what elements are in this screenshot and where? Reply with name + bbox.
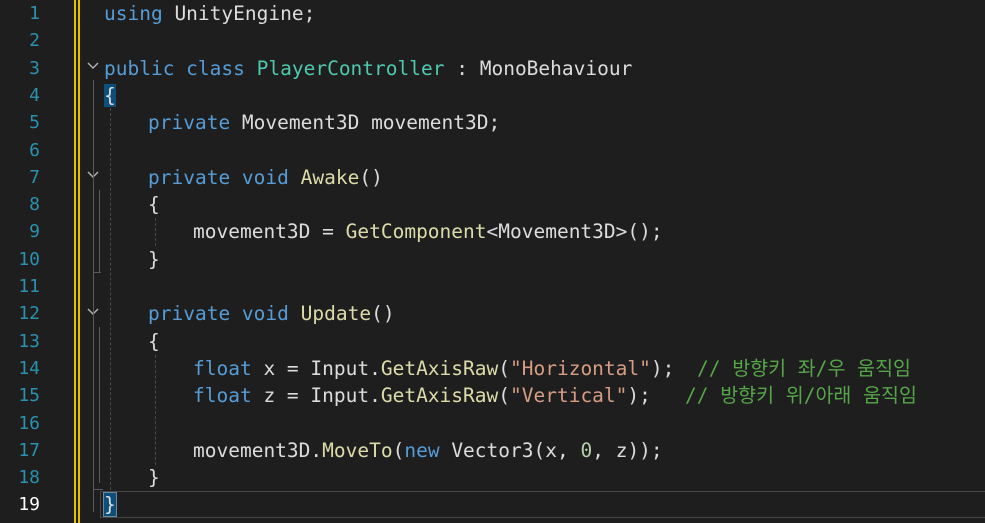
fold-outline [93, 80, 94, 512]
line-number: 8 [29, 194, 40, 216]
keyword: private [148, 111, 231, 135]
close-brace: } [148, 466, 160, 490]
close-brace: } [103, 492, 117, 518]
line-number: 16 [18, 412, 40, 434]
code-text: x = Input. [251, 356, 381, 380]
indent-guide [110, 108, 111, 490]
line-number: 18 [18, 467, 40, 489]
keyword: private void [148, 302, 289, 326]
close-brace: } [148, 247, 160, 271]
line-number: 17 [18, 439, 40, 461]
code-line-9[interactable]: movement3D = GetComponent<Movement3D>(); [193, 218, 663, 245]
line-number: 10 [18, 248, 40, 270]
current-line-highlight [100, 491, 985, 518]
indent-guide [155, 218, 156, 246]
line-number: 12 [18, 303, 40, 325]
open-brace: { [148, 329, 160, 353]
line-number: 7 [29, 166, 40, 188]
line-number: 15 [18, 385, 40, 407]
comment: // 방향키 좌/우 움직임 [697, 356, 911, 380]
keyword: float [193, 356, 252, 380]
open-brace: { [148, 193, 160, 217]
code-line-19[interactable]: } [103, 491, 117, 518]
code-text: movement3D. [193, 438, 323, 462]
code-text: <Movement3D>(); [486, 220, 663, 244]
code-line-8[interactable]: { [148, 191, 160, 218]
code-text: Vector3(x, [439, 438, 581, 462]
fold-end-marker [93, 489, 103, 490]
line-number: 5 [29, 112, 40, 134]
base-class: MonoBehaviour [479, 56, 633, 80]
method-name: GetComponent [345, 220, 487, 244]
string-literal: "Vertical" [510, 384, 628, 408]
line-number: 3 [29, 57, 40, 79]
keyword: using [104, 2, 163, 25]
code-text: ( [392, 438, 405, 462]
fold-end-marker [93, 272, 101, 273]
code-line-12[interactable]: private void Update() [148, 300, 395, 327]
indent-guide [155, 355, 156, 465]
code-line-17[interactable]: movement3D.MoveTo(new Vector3(x, 0, z)); [193, 437, 663, 464]
line-number: 6 [29, 139, 40, 161]
code-text: ); [650, 356, 675, 380]
collapse-chevron-down-icon[interactable] [86, 54, 100, 81]
keyword: new [404, 438, 440, 462]
code-line-13[interactable]: { [148, 328, 160, 355]
code-text: Movement3D movement3D; [230, 111, 501, 135]
code-text: () [371, 302, 395, 326]
code-line-15[interactable]: float z = Input.GetAxisRaw("Vertical"); [193, 382, 651, 409]
line-number: 2 [29, 30, 40, 52]
line-number-current: 19 [18, 494, 40, 516]
fold-outline [99, 327, 100, 483]
code-text: ); [627, 384, 651, 408]
string-literal: "Horizontal" [510, 356, 651, 380]
code-line-14[interactable]: float x = Input.GetAxisRaw("Horizontal")… [193, 355, 674, 382]
code-text: z = Input. [251, 384, 381, 408]
line-number: 1 [29, 3, 40, 24]
method-name: GetAxisRaw [380, 384, 499, 408]
code-line-18[interactable]: } [148, 464, 160, 491]
line-number-gutter[interactable]: 1 2 3 4 5 6 7 8 9 10 11 12 13 14 15 16 1… [0, 0, 60, 523]
line-number: 9 [29, 221, 40, 243]
code-text: : [444, 56, 480, 80]
number-literal: 0 [580, 438, 593, 462]
keyword: private void [148, 165, 289, 189]
line-number: 13 [18, 330, 40, 352]
code-line-5[interactable]: private Movement3D movement3D; [148, 109, 500, 136]
code-line-1[interactable]: using UnityEngine; [104, 0, 315, 27]
code-text: movement3D = [193, 220, 346, 244]
code-text: UnityEngine; [162, 2, 316, 25]
line-number: 11 [18, 276, 40, 297]
code-text: () [359, 165, 383, 189]
change-marker-inner [76, 0, 78, 523]
line-number: 4 [29, 84, 40, 106]
code-editor[interactable]: 1 2 3 4 5 6 7 8 9 10 11 12 13 14 15 16 1… [0, 0, 985, 523]
code-text: , z)); [592, 438, 663, 462]
code-comment-14: // 방향키 좌/우 움직임 [697, 355, 911, 382]
code-line-3[interactable]: public class PlayerController : MonoBeha… [104, 55, 632, 82]
code-text: ( [498, 356, 510, 380]
code-line-10[interactable]: } [148, 246, 160, 273]
method-name: Update [300, 302, 372, 326]
keyword: float [193, 384, 252, 408]
comment: // 방향키 위/아래 움직임 [685, 384, 917, 408]
method-name: MoveTo [322, 438, 393, 462]
code-line-7[interactable]: private void Awake() [148, 164, 383, 191]
method-name: GetAxisRaw [380, 356, 499, 380]
code-text: ( [498, 384, 510, 408]
code-line-4[interactable]: { [104, 82, 116, 109]
fold-outline [99, 190, 100, 272]
method-name: Awake [300, 165, 360, 189]
code-comment-15: // 방향키 위/아래 움직임 [685, 382, 917, 409]
line-number: 14 [18, 357, 40, 379]
keyword: public class [104, 56, 245, 80]
open-brace: { [104, 83, 116, 107]
class-name: PlayerController [256, 56, 445, 80]
